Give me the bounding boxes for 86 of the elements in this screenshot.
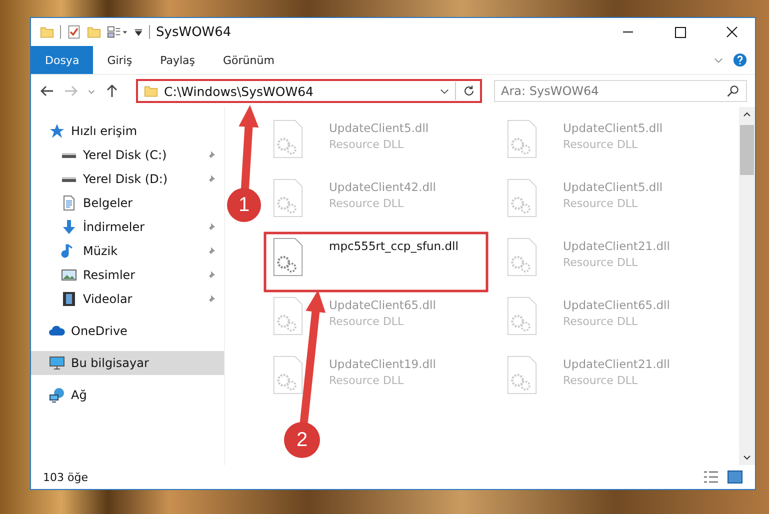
sidebar-item[interactable]: Bu bilgisayar [31,351,224,375]
file-type: Resource DLL [563,315,639,328]
star-icon [49,123,65,139]
properties-icon [107,25,128,39]
item-count: 103 öğe [43,470,88,484]
step-number: 1 [237,193,251,217]
dll-file-icon [273,237,303,277]
sidebar-label: İndirmeler [83,220,146,234]
sidebar-label: Yerel Disk (D:) [83,172,169,186]
sidebar-label: Ağ [71,388,88,402]
sidebar-label: Müzik [83,244,119,258]
dll-file-icon [273,296,303,336]
file-type: Resource DLL [563,197,639,210]
document-icon [61,195,77,211]
file-name: UpdateClient21.dll [563,239,670,253]
dll-file-icon [507,178,537,218]
sidebar-item[interactable]: Videolar [31,287,224,311]
file-name: UpdateClient5.dll [563,180,663,194]
sidebar-item[interactable]: İndirmeler [31,215,224,239]
address-bar[interactable]: C:\Windows\SysWOW64 [136,79,482,103]
dll-file-icon [507,355,537,395]
drive-icon [61,176,77,182]
sidebar-label: Belgeler [83,196,134,210]
checklist-icon [67,25,81,39]
ribbon-tab[interactable]: Görünüm [209,46,288,74]
large-icons-view-icon[interactable] [727,470,743,484]
sidebar-item[interactable]: Müzik [31,239,224,263]
sidebar-label: Bu bilgisayar [71,356,150,370]
file-type: Resource DLL [563,138,639,151]
refresh-icon[interactable] [462,84,476,98]
file-name: UpdateClient65.dll [329,298,436,312]
address-path: C:\Windows\SysWOW64 [164,84,314,98]
file-item[interactable]: mpc555rt_ccp_sfun.dll [265,233,487,292]
chevron-down-icon[interactable] [440,86,449,96]
picture-icon [61,267,77,283]
file-type: Resource DLL [329,197,405,210]
search-icon[interactable] [726,84,740,98]
folder-icon [40,25,54,39]
file-type: Resource DLL [563,256,639,269]
network-icon [49,387,65,403]
ribbon-tab[interactable]: Giriş [93,46,146,74]
file-type: Resource DLL [329,374,405,387]
help-icon[interactable] [733,53,747,67]
dropdown-icon[interactable] [134,28,143,36]
file-name: UpdateClient21.dll [563,357,670,371]
drive-icon [61,152,77,158]
file-type: Resource DLL [329,138,405,151]
folder-icon [87,25,101,39]
file-name: UpdateClient65.dll [563,298,670,312]
dll-file-icon [273,355,303,395]
sidebar-item[interactable]: OneDrive [31,319,224,343]
step-number: 2 [295,428,309,452]
folder-icon [144,84,158,98]
download-arrow-icon [61,219,77,235]
sidebar-item[interactable]: Ağ [31,383,224,407]
sidebar-item[interactable]: Yerel Disk (D:) [31,167,224,191]
sidebar-item[interactable]: Hızlı erişim [31,119,224,143]
dll-file-icon [507,119,537,159]
details-view-icon[interactable] [703,470,719,484]
computer-icon [49,355,65,371]
search-field[interactable]: Ara: SysWOW64 [494,80,747,102]
window-title: SysWOW64 [156,24,232,40]
sidebar-label: Hızlı erişim [71,124,138,138]
file-name: UpdateClient5.dll [563,121,663,135]
dll-file-icon [273,119,303,159]
file-type: Resource DLL [329,315,405,328]
file-name: UpdateClient5.dll [329,121,429,135]
dll-file-icon [273,178,303,218]
ribbon-tab[interactable]: Paylaş [146,46,209,74]
sidebar-label: OneDrive [71,324,128,338]
sidebar-label: Resimler [83,268,136,282]
file-name: mpc555rt_ccp_sfun.dll [329,239,458,253]
file-name: UpdateClient42.dll [329,180,436,194]
dll-file-icon [507,237,537,277]
sidebar-label: Videolar [83,292,134,306]
sidebar-item[interactable]: Belgeler [31,191,224,215]
sidebar-item[interactable]: Resimler [31,263,224,287]
sidebar-label: Yerel Disk (C:) [83,148,168,162]
scrollbar[interactable] [739,107,755,465]
film-icon [61,291,77,307]
file-type: Resource DLL [563,374,639,387]
ribbon-tab[interactable]: Dosya [31,46,94,74]
file-name: UpdateClient19.dll [329,357,436,371]
scroll-thumb[interactable] [740,125,754,175]
dll-file-icon [507,296,537,336]
sidebar-item[interactable]: Yerel Disk (C:) [31,143,224,167]
